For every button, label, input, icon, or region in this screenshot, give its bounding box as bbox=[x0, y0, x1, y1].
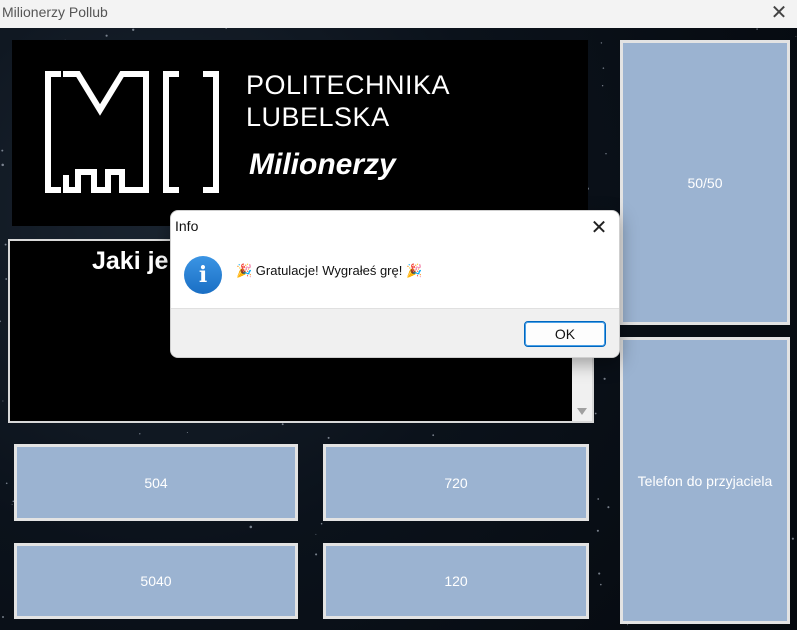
star-dot bbox=[186, 431, 188, 434]
star-dot bbox=[601, 85, 604, 87]
phone-a-friend-button[interactable]: Telefon do przyjaciela bbox=[620, 337, 790, 624]
info-dialog: Info ✕ i 🎉 Gratulacje! Wygrałeś grę! 🎉 O… bbox=[170, 210, 620, 358]
star-dot bbox=[105, 34, 108, 37]
info-icon: i bbox=[184, 256, 222, 294]
star-dot bbox=[1, 149, 4, 152]
dialog-message: 🎉 Gratulacje! Wygrałeś grę! 🎉 bbox=[236, 263, 423, 278]
star-dot bbox=[627, 624, 629, 626]
star-dot bbox=[4, 243, 7, 246]
star-dot bbox=[132, 28, 135, 31]
question-text: Jaki je bbox=[92, 247, 169, 275]
star-dot bbox=[756, 28, 758, 30]
dialog-footer: OK bbox=[171, 308, 619, 357]
star-dot bbox=[607, 506, 610, 509]
ok-button[interactable]: OK bbox=[524, 321, 606, 347]
window-titlebar: Milionerzy Pollub ✕ bbox=[0, 0, 797, 28]
star-dot bbox=[5, 278, 8, 280]
star-dot bbox=[320, 522, 323, 525]
logo-line-2: LUBELSKA bbox=[246, 102, 390, 132]
star-dot bbox=[594, 412, 597, 415]
window-title: Milionerzy Pollub bbox=[2, 4, 108, 20]
star-dot bbox=[139, 433, 141, 435]
dialog-close-button[interactable]: ✕ bbox=[587, 213, 611, 241]
star-dot bbox=[596, 529, 599, 532]
scroll-down-arrow-icon[interactable] bbox=[577, 408, 587, 415]
dialog-title: Info bbox=[175, 218, 199, 234]
fifty-fifty-button[interactable]: 50/50 bbox=[620, 40, 790, 325]
star-dot bbox=[602, 67, 605, 69]
star-dot bbox=[0, 320, 1, 323]
logo-line-1: POLITECHNIKA bbox=[246, 70, 451, 100]
star-dot bbox=[281, 423, 284, 426]
logo-panel: POLITECHNIKA LUBELSKA Milionerzy bbox=[12, 40, 588, 226]
star-dot bbox=[795, 36, 797, 37]
star-dot bbox=[225, 28, 228, 29]
star-dot bbox=[791, 537, 794, 540]
star-dot bbox=[11, 504, 13, 506]
answer-button-a[interactable]: 504 bbox=[14, 444, 298, 521]
star-dot bbox=[1, 163, 4, 167]
star-dot bbox=[5, 482, 8, 485]
star-dot bbox=[603, 377, 606, 380]
answer-button-d[interactable]: 120 bbox=[323, 543, 589, 619]
answer-button-c[interactable]: 5040 bbox=[14, 543, 298, 619]
logo-tagline: Milionerzy bbox=[249, 148, 396, 181]
answer-button-b[interactable]: 720 bbox=[323, 444, 589, 521]
star-dot bbox=[605, 152, 607, 155]
dialog-body: i 🎉 Gratulacje! Wygrałeś grę! 🎉 bbox=[171, 243, 619, 308]
star-dot bbox=[315, 533, 317, 535]
star-dot bbox=[2, 400, 4, 402]
star-dot bbox=[600, 583, 602, 586]
window-close-button[interactable]: ✕ bbox=[769, 1, 789, 23]
star-dot bbox=[249, 525, 253, 529]
star-dot bbox=[2, 616, 4, 618]
university-logo-icon bbox=[45, 71, 219, 193]
star-dot bbox=[598, 572, 601, 575]
star-dot bbox=[600, 42, 603, 44]
star-dot bbox=[432, 434, 435, 437]
star-dot bbox=[315, 553, 318, 556]
star-dot bbox=[327, 436, 330, 439]
star-dot bbox=[597, 498, 600, 500]
